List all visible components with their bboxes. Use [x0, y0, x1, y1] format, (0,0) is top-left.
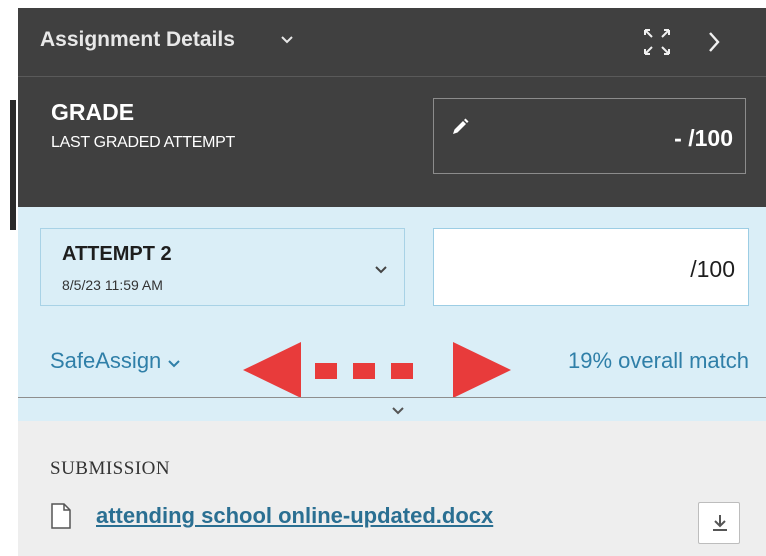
background-edge	[10, 100, 16, 230]
submission-label: SUBMISSION	[50, 458, 171, 479]
attempt-score-field[interactable]: /100	[433, 228, 749, 306]
grade-subtitle: LAST GRADED ATTEMPT	[51, 134, 235, 151]
chevron-right-icon[interactable]	[706, 30, 722, 59]
panel-header: Assignment Details	[18, 8, 766, 77]
attempt-section: ATTEMPT 2 8/5/23 11:59 AM /100 SafeAssig…	[18, 207, 766, 421]
chevron-down-icon	[167, 349, 181, 375]
grade-section: GRADE LAST GRADED ATTEMPT - /100	[18, 77, 766, 207]
chevron-down-icon	[374, 262, 388, 280]
chevron-down-icon[interactable]	[391, 403, 405, 421]
attempt-score: /100	[690, 256, 735, 282]
chevron-down-icon[interactable]	[280, 32, 294, 50]
grade-value: - /100	[674, 125, 733, 151]
attempt-date: 8/5/23 11:59 AM	[62, 277, 163, 293]
grade-title: GRADE	[51, 99, 135, 125]
red-double-arrow-annotation	[243, 342, 511, 398]
submission-file-link[interactable]: attending school online-updated.docx	[96, 503, 493, 529]
safeassign-label: SafeAssign	[50, 348, 162, 373]
panel-title[interactable]: Assignment Details	[40, 28, 235, 52]
submission-section: SUBMISSION attending school online-updat…	[18, 421, 766, 556]
download-icon	[713, 515, 727, 531]
attempt-dropdown[interactable]: ATTEMPT 2 8/5/23 11:59 AM	[40, 228, 405, 306]
assignment-details-panel: Assignment Details GRADE LAST GRADED ATT…	[18, 8, 766, 556]
expand-icon[interactable]	[642, 27, 672, 62]
overall-match-text[interactable]: 19% overall match	[568, 348, 749, 374]
pencil-icon[interactable]	[450, 117, 470, 142]
safeassign-dropdown[interactable]: SafeAssign	[50, 348, 181, 375]
section-divider	[18, 397, 766, 398]
file-icon	[51, 503, 71, 534]
download-button[interactable]	[698, 502, 740, 544]
attempt-label: ATTEMPT 2	[62, 243, 172, 265]
grade-input-box[interactable]: - /100	[433, 98, 746, 174]
